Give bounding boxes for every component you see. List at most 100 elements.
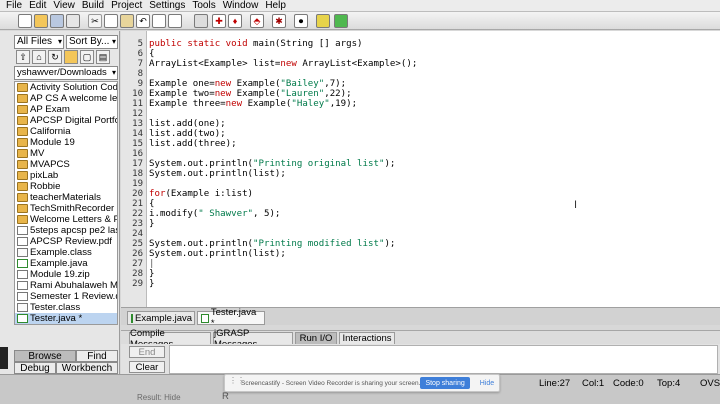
file-list-item[interactable]: Module 19.zip xyxy=(15,269,117,280)
file-list-item[interactable]: 5steps apcsp pe2 last xyxy=(15,225,117,236)
line-number: 9 xyxy=(137,79,143,89)
line-number: 5 xyxy=(137,39,143,49)
save-icon[interactable] xyxy=(50,14,64,28)
fold-icon[interactable] xyxy=(194,14,208,28)
file-list-item[interactable]: APCSP Digital Portfolio xyxy=(15,115,117,126)
compile-icon[interactable]: ✚ xyxy=(212,14,226,28)
stop-icon[interactable]: ⏺ xyxy=(294,14,308,28)
open-folder-icon[interactable] xyxy=(34,14,48,28)
code-line: for(Example i:list) xyxy=(149,189,254,199)
folder-icon xyxy=(17,182,28,191)
file-list-item[interactable]: California xyxy=(15,126,117,137)
code-editor[interactable]: 5 6 7 8 9 10 11 12 13 14 15 16 17 18 19 … xyxy=(121,31,720,307)
status-hint: Result: Hide xyxy=(137,393,181,402)
menu-file[interactable]: File xyxy=(6,0,22,12)
file-list-item[interactable]: Example.class xyxy=(15,247,117,258)
line-number: 24 xyxy=(132,229,143,239)
color-icon[interactable] xyxy=(334,14,348,28)
browse-tab[interactable]: Browse xyxy=(14,350,76,362)
menu-window[interactable]: Window xyxy=(223,0,259,12)
directory-icon[interactable]: ▤ xyxy=(96,50,110,64)
line-number: 14 xyxy=(132,129,143,139)
line-number: 29 xyxy=(132,279,143,289)
line-number: 6 xyxy=(137,49,143,59)
generate-doc-icon[interactable] xyxy=(316,14,330,28)
file-list-item[interactable]: MV xyxy=(15,148,117,159)
file-list-item[interactable]: Robbie xyxy=(15,181,117,192)
folder-icon xyxy=(17,160,28,169)
status-line: Line:27 xyxy=(539,378,571,389)
line-number: 11 xyxy=(132,99,143,109)
line-number: 20 xyxy=(132,189,143,199)
java-file-icon xyxy=(201,313,209,323)
paste-icon[interactable] xyxy=(120,14,134,28)
debug-tab[interactable]: Debug xyxy=(14,362,56,374)
tab-tester-java[interactable]: Tester.java * xyxy=(197,307,265,329)
menu-settings[interactable]: Settings xyxy=(149,0,185,12)
stop-sharing-button[interactable]: Stop sharing xyxy=(420,377,470,389)
menu-build[interactable]: Build xyxy=(82,0,104,12)
message-tab-bar: Compile Messages jGRASP Messages Run I/O… xyxy=(121,328,720,350)
file-list-item[interactable]: Semester 1 Review.do xyxy=(15,291,117,302)
line-number: 18 xyxy=(132,169,143,179)
file-list-item[interactable]: AP CS A welcome letter xyxy=(15,93,117,104)
code-line: } xyxy=(149,219,155,229)
undo-icon[interactable]: ↶ xyxy=(136,14,150,28)
file-list-item-selected[interactable]: Tester.java * xyxy=(15,313,117,324)
menu-edit[interactable]: Edit xyxy=(29,0,46,12)
menu-tools[interactable]: Tools xyxy=(192,0,215,12)
run-io-output[interactable] xyxy=(169,345,718,374)
home-folder-icon[interactable]: ⌂ xyxy=(32,50,46,64)
folder-icon xyxy=(17,83,28,92)
workbench-tab[interactable]: Workbench xyxy=(56,362,118,374)
file-list-item[interactable]: AP Exam xyxy=(15,104,117,115)
line-number-gutter: 5 6 7 8 9 10 11 12 13 14 15 16 17 18 19 … xyxy=(121,31,147,307)
menu-view[interactable]: View xyxy=(53,0,75,12)
line-number: 19 xyxy=(132,179,143,189)
find-tab[interactable]: Find xyxy=(76,350,118,362)
run-applet-icon[interactable]: ⬘ xyxy=(250,14,264,28)
folder-icon xyxy=(17,193,28,202)
file-list-item[interactable]: TechSmithRecorder xyxy=(15,203,117,214)
line-number: 21 xyxy=(132,199,143,209)
menu-project[interactable]: Project xyxy=(111,0,142,12)
line-number: 13 xyxy=(132,119,143,129)
copy-icon[interactable] xyxy=(104,14,118,28)
file-list-item[interactable]: pixLab xyxy=(15,170,117,181)
end-button[interactable]: End xyxy=(129,346,165,358)
generate-csd-icon[interactable] xyxy=(152,14,166,28)
file-list-item[interactable]: MVAPCS xyxy=(15,159,117,170)
line-number: 27 xyxy=(132,259,143,269)
code-line: Example three=new Example("Haley",19); xyxy=(149,99,358,109)
drag-handle-icon[interactable]: ⋮⋮ xyxy=(229,377,245,388)
new-folder-icon[interactable] xyxy=(64,50,78,64)
java-file-icon xyxy=(131,313,133,323)
hide-link[interactable]: Hide xyxy=(480,380,494,387)
file-filter-select[interactable]: All Files ▾ xyxy=(14,35,64,49)
path-select[interactable]: yshawver/Downloads ▾ xyxy=(14,66,118,80)
file-list-item[interactable]: Rami Abuhalaweh Ma xyxy=(15,280,117,291)
file-list-item[interactable]: APCSP Review.pdf xyxy=(15,236,117,247)
print-icon[interactable] xyxy=(66,14,80,28)
remove-csd-icon[interactable] xyxy=(168,14,182,28)
refresh-icon[interactable]: ↻ xyxy=(48,50,62,64)
run-icon[interactable]: ♦ xyxy=(228,14,242,28)
tab-example-java[interactable]: Example.java xyxy=(127,311,195,325)
file-list: Activity Solution Code AP CS A welcome l… xyxy=(14,81,118,325)
file-list-item[interactable]: Activity Solution Code xyxy=(15,82,117,93)
file-list-item[interactable]: Module 19 xyxy=(15,137,117,148)
file-list-item[interactable]: Tester.class xyxy=(15,302,117,313)
document-icon xyxy=(17,237,28,246)
clear-button[interactable]: Clear xyxy=(129,361,165,373)
code-line: { xyxy=(149,199,155,209)
cut-icon[interactable]: ✂ xyxy=(88,14,102,28)
new-file-icon[interactable] xyxy=(18,14,32,28)
menu-help[interactable]: Help xyxy=(265,0,286,12)
debug-icon[interactable]: ✱ xyxy=(272,14,286,28)
file-list-item[interactable]: teacherMaterials xyxy=(15,192,117,203)
up-folder-icon[interactable]: ⇧ xyxy=(16,50,30,64)
sort-by-select[interactable]: Sort By... ▾ xyxy=(66,35,118,49)
file-list-item[interactable]: Welcome Letters & Pac xyxy=(15,214,117,225)
open-project-icon[interactable]: ▢ xyxy=(80,50,94,64)
file-list-item[interactable]: Example.java xyxy=(15,258,117,269)
